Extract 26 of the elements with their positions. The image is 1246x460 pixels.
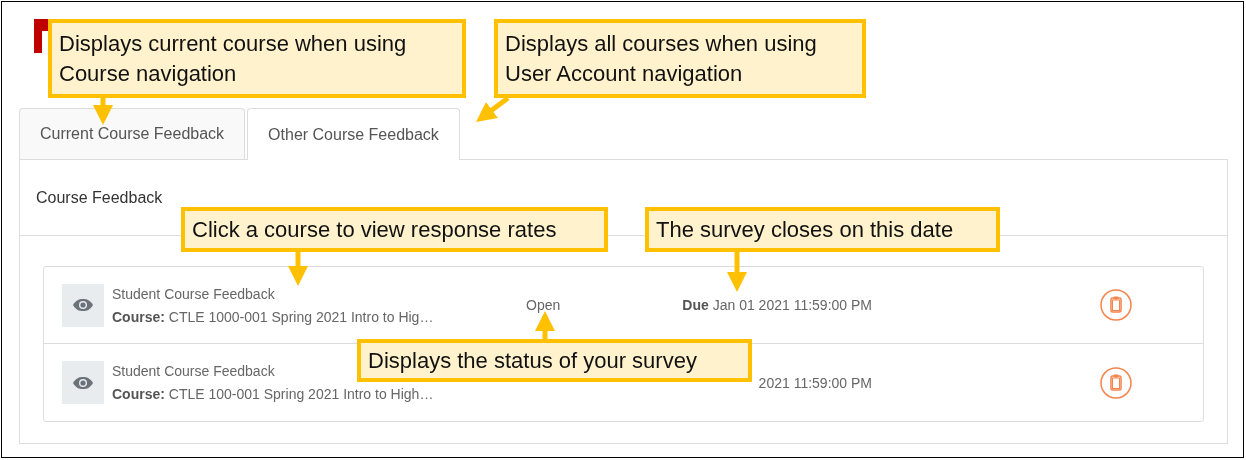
survey-status: Open xyxy=(526,297,562,313)
clipboard-icon[interactable] xyxy=(1100,366,1132,399)
course-feedback-tab[interactable]: Other Course Feedback xyxy=(247,108,460,160)
callout-tooltip: Click a course to view response rates xyxy=(181,207,608,252)
callout-tooltip: Displays the status of your survey xyxy=(357,339,752,382)
due-date: 2021 11:59:00 PM xyxy=(758,374,872,391)
view-button[interactable] xyxy=(62,361,104,404)
course-name: Course: CTLE 1000-001 Spring 2021 Intro to Hig… xyxy=(112,308,434,325)
callout-tooltip: Displays current course when using Course navigation xyxy=(48,19,466,98)
due-date: Due Jan 01 2021 11:59:00 PM xyxy=(682,297,872,313)
eye-icon xyxy=(72,375,94,390)
course-name: Course: CTLE 100-001 Spring 2021 Intro to High… xyxy=(112,386,434,402)
survey-title[interactable]: Student Course Feedback xyxy=(112,363,275,379)
callout-tooltip: Displays all courses when using User Account navigation xyxy=(494,19,866,98)
callout-tooltip: The survey closes on this date xyxy=(645,207,1000,252)
eye-icon xyxy=(72,298,94,312)
course-feedback-tab[interactable]: Current Course Feedback xyxy=(19,108,246,159)
survey-title[interactable]: Student Course Feedback xyxy=(112,285,275,302)
callout-arrow xyxy=(535,311,555,339)
callout-arrow xyxy=(727,252,747,292)
view-button[interactable] xyxy=(62,283,104,327)
clipboard-icon[interactable] xyxy=(1100,289,1132,321)
panel-title: Course Feedback xyxy=(36,188,163,207)
callout-arrow xyxy=(476,96,510,122)
callout-arrow xyxy=(93,98,113,125)
callout-arrow xyxy=(288,252,308,286)
